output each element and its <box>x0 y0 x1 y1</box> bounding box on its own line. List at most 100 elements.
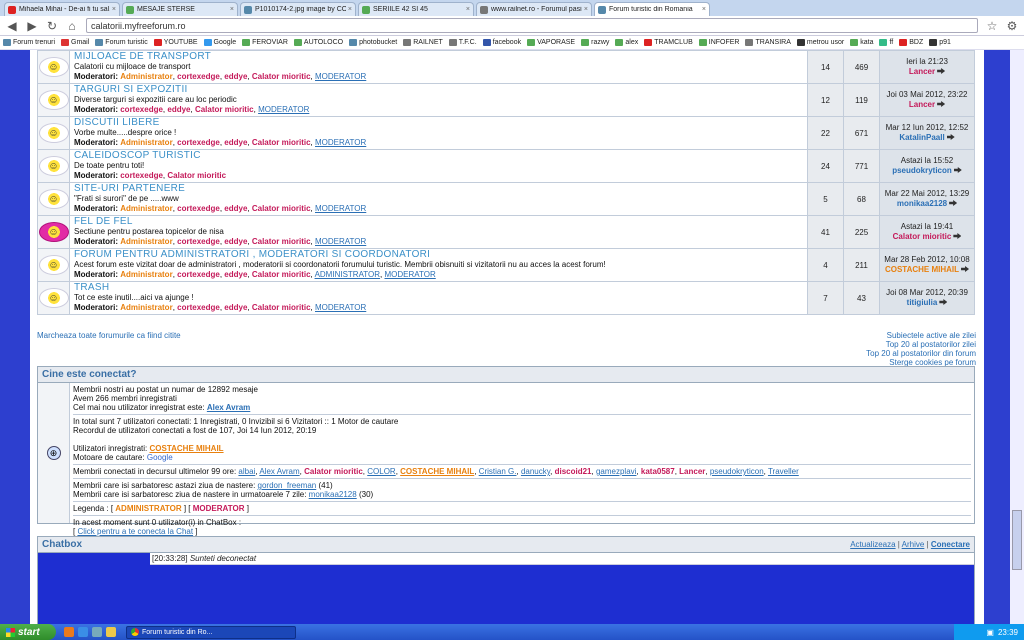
close-tab-icon[interactable]: × <box>230 6 234 13</box>
bookmark-8[interactable]: RAILNET <box>403 39 443 46</box>
moderator-link[interactable]: Administrator <box>120 237 172 246</box>
moderator-link[interactable]: Administrator <box>120 204 172 213</box>
moderator-link[interactable]: cortexedge <box>120 171 163 180</box>
moderator-link[interactable]: Calator mioritic <box>252 270 311 279</box>
moderator-link[interactable]: Calator mioritic <box>252 138 311 147</box>
moderator-link[interactable]: eddye <box>224 72 247 81</box>
moderator-link[interactable]: MODERATOR <box>385 270 436 279</box>
back-icon[interactable]: ◀ <box>6 19 18 33</box>
recent-user-link[interactable]: danucky <box>521 467 550 476</box>
go-to-post-icon[interactable] <box>939 299 948 305</box>
moderator-link[interactable]: Calator mioritic <box>252 204 311 213</box>
moderator-link[interactable]: eddye <box>224 303 247 312</box>
moderator-link[interactable]: Administrator <box>120 72 172 81</box>
recent-user-link[interactable]: albai <box>238 467 255 476</box>
tab-2[interactable]: P1010174-2.jpg image by COL...× <box>240 2 356 16</box>
moderator-link[interactable]: cortexedge <box>120 105 163 114</box>
bookmark-11[interactable]: VAPORASE <box>527 39 575 46</box>
moderator-link[interactable]: cortexedge <box>177 270 220 279</box>
moderator-link[interactable]: Calator mioritic <box>252 72 311 81</box>
forum-title-link[interactable]: FORUM PENTRU ADMINISTRATORI , MODERATORI… <box>74 250 803 260</box>
network-icon[interactable]: ▣ <box>986 628 994 637</box>
tab-5[interactable]: Forum turistic din Romania × <box>594 2 710 16</box>
taskbar-chrome-window[interactable]: Forum turistic din Ro... <box>126 625 296 639</box>
home-icon[interactable]: ⌂ <box>66 19 78 33</box>
newest-user-link[interactable]: Alex Avram <box>207 403 250 412</box>
bookmark-9[interactable]: T.F.C. <box>448 39 477 46</box>
recent-user-link[interactable]: discoid21 <box>555 467 592 476</box>
moderator-link[interactable]: Administrator <box>120 138 172 147</box>
last-post-user[interactable]: Calator mioritic <box>893 232 952 241</box>
moderator-link[interactable]: MODERATOR <box>315 204 366 213</box>
forward-icon[interactable]: ▶ <box>26 19 38 33</box>
go-to-post-icon[interactable] <box>937 68 946 74</box>
moderator-link[interactable]: MODERATOR <box>315 72 366 81</box>
moderator-link[interactable]: MODERATOR <box>315 237 366 246</box>
moderator-link[interactable]: cortexedge <box>177 138 220 147</box>
bookmark-0[interactable]: Forum trenuri <box>3 39 55 46</box>
forum-title-link[interactable]: CALEIDOSCOP TURISTIC <box>74 151 803 161</box>
bookmark-17[interactable]: metrou usor <box>796 39 844 46</box>
moderator-link[interactable]: Administrator <box>120 270 172 279</box>
last-post-user[interactable]: monikaa2128 <box>897 199 947 208</box>
recent-user-link[interactable]: Calator mioritic <box>304 467 363 476</box>
moderator-link[interactable]: cortexedge <box>177 237 220 246</box>
forum-title-link[interactable]: FEL DE FEL <box>74 217 803 227</box>
bookmark-10[interactable]: facebook <box>482 39 521 46</box>
tab-4[interactable]: www.railnet.ro - Forumul pasi... × <box>476 2 592 16</box>
chat-archive-link[interactable]: Arhive <box>902 540 925 549</box>
star-icon[interactable]: ☆ <box>986 19 998 33</box>
recent-user-link[interactable]: Traveller <box>768 467 799 476</box>
bookmark-19[interactable]: ff <box>879 39 893 46</box>
bookmark-6[interactable]: AUTOLOCO <box>293 39 343 46</box>
moderator-link[interactable]: Calator mioritic <box>252 237 311 246</box>
bookmark-14[interactable]: TRAMCLUB <box>644 39 693 46</box>
recent-user-link[interactable]: Lancer <box>679 467 705 476</box>
bookmark-21[interactable]: p91 <box>929 39 951 46</box>
recent-user-link[interactable]: Alex Avram <box>259 467 299 476</box>
moderator-link[interactable]: Calator mioritic <box>252 303 311 312</box>
close-tab-icon[interactable]: × <box>584 6 588 13</box>
moderator-link[interactable]: Calator mioritic <box>167 171 226 180</box>
bookmark-13[interactable]: alex <box>615 39 638 46</box>
folder-icon[interactable] <box>106 627 116 637</box>
go-to-post-icon[interactable] <box>937 101 946 107</box>
registered-user-link[interactable]: COSTACHE MIHAIL <box>149 444 223 453</box>
go-to-post-icon[interactable] <box>949 200 958 206</box>
last-post-user[interactable]: titigiulia <box>907 298 938 307</box>
bookmark-20[interactable]: BDZ <box>899 39 923 46</box>
forum-title-link[interactable]: MIJLOACE DE TRANSPORT <box>74 52 803 62</box>
chat-connect-button[interactable]: Conectare <box>931 540 970 549</box>
ie-icon[interactable] <box>78 627 88 637</box>
bookmark-1[interactable]: Gmail <box>61 39 89 46</box>
scrollbar-thumb[interactable] <box>1012 510 1022 570</box>
forum-title-link[interactable]: TRASH <box>74 283 803 293</box>
bookmark-7[interactable]: photobucket <box>349 39 397 46</box>
moderator-link[interactable]: Administrator <box>120 303 172 312</box>
moderator-link[interactable]: MODERATOR <box>258 105 309 114</box>
right-link[interactable]: Subiectele active ale zilei <box>866 331 976 340</box>
bday-week-user[interactable]: monikaa2128 <box>309 490 357 499</box>
page-scrollbar[interactable] <box>1010 50 1024 624</box>
mark-all-read-link[interactable]: Marcheaza toate forumurile ca fiind citi… <box>37 331 181 340</box>
firefox-icon[interactable] <box>64 627 74 637</box>
legend-admin[interactable]: ADMINISTRATOR <box>115 504 181 513</box>
go-to-post-icon[interactable] <box>953 233 962 239</box>
last-post-user[interactable]: pseudokryticon <box>892 166 952 175</box>
recent-user-link[interactable]: kata0587 <box>641 467 675 476</box>
moderator-link[interactable]: eddye <box>224 138 247 147</box>
bookmark-16[interactable]: TRANSIRA <box>745 39 791 46</box>
forum-title-link[interactable]: DISCUTII LIBERE <box>74 118 803 128</box>
close-tab-icon[interactable]: × <box>466 6 470 13</box>
bookmark-2[interactable]: Forum turistic <box>95 39 148 46</box>
right-link[interactable]: Top 20 al postatorilor zilei <box>866 340 976 349</box>
media-icon[interactable] <box>92 627 102 637</box>
wrench-icon[interactable]: ⚙ <box>1006 19 1018 33</box>
right-link[interactable]: Top 20 al postatorilor din forum <box>866 349 976 358</box>
bookmark-12[interactable]: razwy <box>581 39 609 46</box>
last-post-user[interactable]: KatalinPaall <box>899 133 944 142</box>
tab-0[interactable]: Mihaela Mihai - De-ai fi tu sal... × <box>4 2 120 16</box>
moderator-link[interactable]: cortexedge <box>177 303 220 312</box>
moderator-link[interactable]: eddye <box>167 105 190 114</box>
bookmark-4[interactable]: Google <box>203 39 236 46</box>
